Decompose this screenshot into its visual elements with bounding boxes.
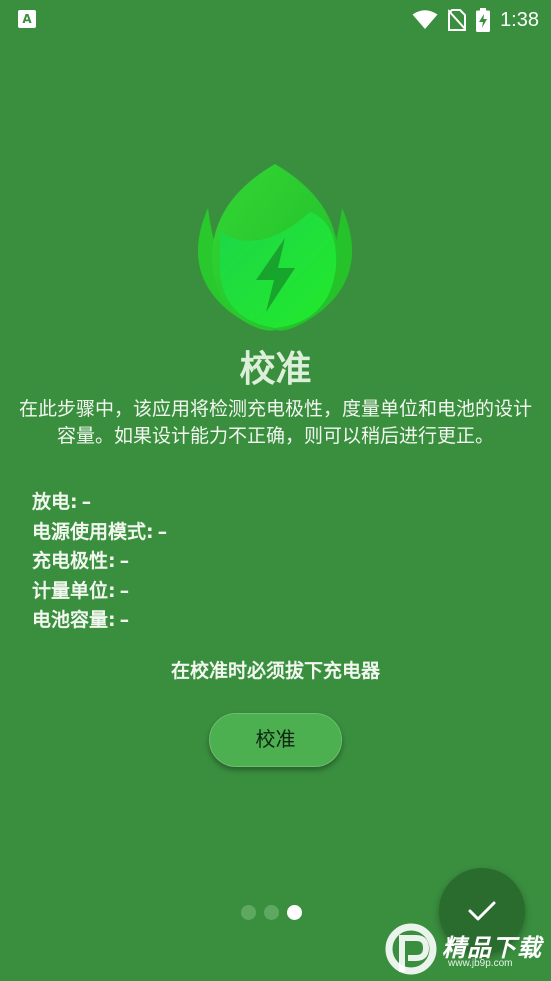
watermark-url: www.jb9p.com [448,958,513,969]
battery-charging-icon [476,8,491,32]
info-label: 充电极性: [32,550,116,572]
no-sim-icon [448,9,467,31]
status-time: 1:38 [500,8,539,31]
info-label: 计量单位: [32,579,116,602]
description-text: 在此步骤中，该应用将检测充电极性，度量单位和电池的设计容量。如果设计能力不正确，… [18,398,532,447]
wifi-icon [412,10,438,29]
info-value: – [157,520,168,543]
info-label: 放电: [32,491,78,513]
info-battery-capacity: 电池容量: – [32,606,512,636]
info-label: 电源使用模式: [32,520,154,543]
page-dot-1[interactable] [241,904,256,920]
info-label: 电池容量: [32,609,116,631]
unplug-charger-notice: 在校准时必须拔下充电器 [170,660,380,682]
info-value: – [119,609,130,631]
info-value: – [81,491,92,513]
page-dot-2[interactable] [264,904,279,920]
page-title: 校准 [239,349,312,390]
calibrate-button[interactable]: 校准 [209,713,342,767]
info-power-usage-mode: 电源使用模式: – [32,518,512,548]
leaf-lightning-logo [197,164,353,331]
calibration-info-list: 放电: – 电源使用模式: – 充电极性: – 计量单位: – 电池容量: – [32,488,512,636]
info-charge-polarity: 充电极性: – [32,547,512,577]
page-indicator [241,904,302,920]
info-value: – [119,579,130,602]
page-dot-3-active[interactable] [287,904,302,920]
info-value: – [119,550,130,572]
watermark-logo-icon [385,923,437,975]
status-bar: A 1:38 [0,0,551,40]
status-icons: 1:38 [412,6,539,34]
info-discharge: 放电: – [32,488,512,518]
app-notification-icon: A [18,10,36,28]
info-measurement-unit: 计量单位: – [32,577,512,607]
watermark: 精品下载 www.jb9p.com [384,920,551,978]
